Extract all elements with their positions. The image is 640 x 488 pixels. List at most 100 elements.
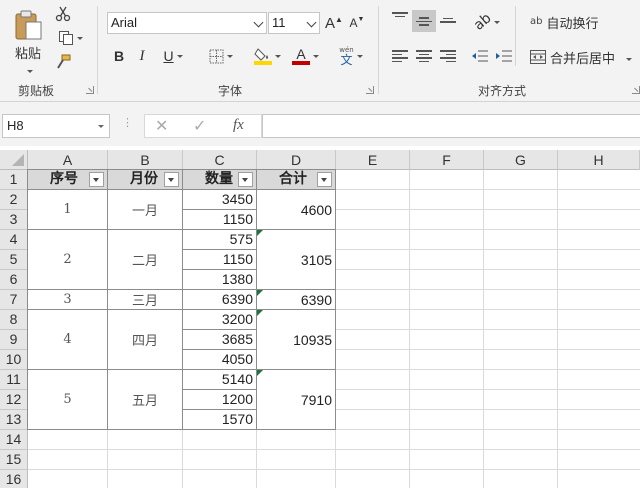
formula-input[interactable] [262, 114, 640, 138]
shrink-font-button[interactable]: A ▼ [348, 12, 366, 34]
grow-font-button[interactable]: A ▲ [325, 12, 343, 34]
header-cell[interactable]: 月份 [108, 170, 183, 190]
header-cell[interactable]: 序号 [28, 170, 108, 190]
row-header-4[interactable]: 4 [0, 230, 28, 250]
row-header-5[interactable]: 5 [0, 250, 28, 270]
column-header-b[interactable]: B [108, 150, 183, 170]
cancel-icon[interactable]: ✕ [155, 116, 168, 135]
italic-button[interactable]: I [133, 46, 151, 66]
quantity-cell[interactable]: 3200 [183, 310, 257, 330]
row-header-1[interactable]: 1 [0, 170, 28, 190]
underline-button[interactable]: U [156, 46, 190, 66]
row-header-9[interactable]: 9 [0, 330, 28, 350]
more-options-icon[interactable]: ⋮ [122, 116, 133, 129]
font-name-combo[interactable]: Arial [107, 12, 267, 34]
total-cell[interactable]: 4600 [257, 190, 336, 230]
quantity-cell[interactable]: 4050 [183, 350, 257, 370]
row-header-3[interactable]: 3 [0, 210, 28, 230]
enter-icon[interactable]: ✓ [193, 116, 206, 135]
name-box-value: H8 [7, 118, 24, 133]
column-header-f[interactable]: F [410, 150, 484, 170]
total-cell[interactable]: 7910 [257, 370, 336, 430]
quantity-cell[interactable]: 5140 [183, 370, 257, 390]
bottom-align-icon[interactable] [440, 14, 456, 26]
row-header-13[interactable]: 13 [0, 410, 28, 430]
name-box[interactable]: H8 [2, 114, 110, 138]
ribbon: 粘贴 剪贴板 Arial 11 A ▲ A ▼ B I U A wén 文 字体… [0, 0, 640, 102]
seq-cell[interactable]: 4 [28, 310, 108, 370]
paste-button[interactable]: 粘贴 [8, 6, 48, 72]
column-header-e[interactable]: E [336, 150, 410, 170]
row-header-10[interactable]: 10 [0, 350, 28, 370]
borders-button[interactable] [203, 46, 239, 66]
filter-dropdown-icon[interactable] [238, 172, 253, 187]
quantity-cell[interactable]: 1200 [183, 390, 257, 410]
quantity-cell[interactable]: 6390 [183, 290, 257, 310]
select-all-button[interactable] [0, 150, 28, 170]
seq-cell[interactable]: 1 [28, 190, 108, 230]
row-header-16[interactable]: 16 [0, 470, 28, 488]
align-left-icon[interactable] [392, 50, 408, 62]
merge-center-button[interactable]: 合并后居中 [530, 46, 636, 68]
column-header-a[interactable]: A [28, 150, 108, 170]
merge-dropdown[interactable] [623, 50, 632, 64]
bold-button[interactable]: B [110, 46, 128, 66]
cut-button[interactable] [53, 4, 73, 24]
row-header-14[interactable]: 14 [0, 430, 28, 450]
insert-function-button[interactable]: fx [233, 117, 244, 134]
row-header-7[interactable]: 7 [0, 290, 28, 310]
alignment-launcher-icon[interactable] [632, 86, 640, 94]
top-align-icon[interactable] [392, 12, 408, 24]
row-header-6[interactable]: 6 [0, 270, 28, 290]
month-cell[interactable]: 三月 [108, 290, 183, 310]
total-cell[interactable]: 10935 [257, 310, 336, 370]
quantity-cell[interactable]: 3685 [183, 330, 257, 350]
orientation-button[interactable]: ab [470, 10, 504, 33]
filter-dropdown-icon[interactable] [89, 172, 104, 187]
row-header-15[interactable]: 15 [0, 450, 28, 470]
quantity-cell[interactable]: 3450 [183, 190, 257, 210]
align-right-icon[interactable] [440, 50, 456, 62]
middle-align-button[interactable] [412, 10, 436, 32]
quantity-cell[interactable]: 1150 [183, 210, 257, 230]
format-painter-button[interactable] [53, 52, 73, 72]
quantity-cell[interactable]: 575 [183, 230, 257, 250]
column-header-d[interactable]: D [257, 150, 336, 170]
clipboard-launcher-icon[interactable] [86, 86, 94, 94]
month-cell[interactable]: 四月 [108, 310, 183, 370]
header-cell[interactable]: 数量 [183, 170, 257, 190]
phonetic-button[interactable]: wén 文 [334, 44, 368, 68]
month-cell[interactable]: 五月 [108, 370, 183, 430]
row-header-12[interactable]: 12 [0, 390, 28, 410]
row-header-11[interactable]: 11 [0, 370, 28, 390]
month-cell[interactable]: 一月 [108, 190, 183, 230]
month-cell[interactable]: 二月 [108, 230, 183, 290]
font-launcher-icon[interactable] [366, 86, 374, 94]
seq-cell[interactable]: 2 [28, 230, 108, 290]
column-header-c[interactable]: C [183, 150, 257, 170]
filter-dropdown-icon[interactable] [317, 172, 332, 187]
wrap-text-button[interactable]: ab 自动换行 [530, 10, 610, 34]
column-header-g[interactable]: G [484, 150, 558, 170]
worksheet-grid[interactable]: ABCDEFGH 1 2 3 4 5 6 7 8 9 10 11 12 13 14 15 16 序号 月份 数量合… [0, 150, 640, 488]
font-color-button[interactable]: A [288, 44, 322, 68]
quantity-cell[interactable]: 1380 [183, 270, 257, 290]
quantity-cell[interactable]: 1570 [183, 410, 257, 430]
total-cell[interactable]: 6390 [257, 290, 336, 310]
font-size-combo[interactable]: 11 [268, 12, 320, 34]
filter-dropdown-icon[interactable] [164, 172, 179, 187]
fill-color-button[interactable] [250, 44, 284, 68]
seq-cell[interactable]: 3 [28, 290, 108, 310]
column-header-h[interactable]: H [558, 150, 640, 170]
paste-dropdown[interactable] [24, 62, 33, 70]
row-header-2[interactable]: 2 [0, 190, 28, 210]
row-header-8[interactable]: 8 [0, 310, 28, 330]
align-center-icon[interactable] [416, 50, 432, 62]
total-cell[interactable]: 3105 [257, 230, 336, 290]
seq-cell[interactable]: 5 [28, 370, 108, 430]
increase-indent-button[interactable] [494, 46, 514, 66]
decrease-indent-button[interactable] [470, 46, 490, 66]
quantity-cell[interactable]: 1150 [183, 250, 257, 270]
copy-button[interactable] [53, 28, 87, 48]
header-cell[interactable]: 合计 [257, 170, 336, 190]
